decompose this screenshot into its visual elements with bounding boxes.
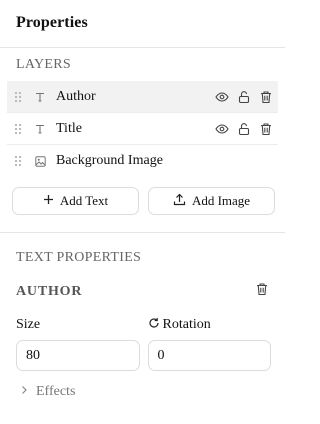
add-actions: Add Text Add Image (0, 177, 285, 215)
unlock-icon[interactable] (236, 121, 252, 137)
layer-row-title[interactable]: Title (7, 113, 278, 145)
unlock-icon[interactable] (236, 89, 252, 105)
add-text-label: Add Text (59, 193, 109, 208)
size-input[interactable] (16, 340, 140, 371)
section-divider (0, 232, 285, 233)
drag-handle-icon[interactable] (11, 155, 25, 167)
rotation-field: Rotation (147, 316, 272, 371)
rotate-icon (148, 317, 160, 334)
upload-icon (173, 193, 186, 210)
rotation-label: Rotation (148, 316, 272, 334)
text-properties-section-label: TEXT PROPERTIES (16, 250, 142, 265)
add-image-label: Add Image (191, 193, 251, 208)
layer-row-background-image[interactable]: Background Image (7, 145, 278, 177)
image-type-icon (33, 155, 47, 167)
layer-name: Title (56, 120, 82, 136)
rotation-label-text: Rotation (162, 317, 211, 332)
drag-handle-icon[interactable] (11, 123, 25, 135)
size-label-text: Size (16, 317, 41, 332)
trash-icon[interactable] (258, 89, 274, 105)
selected-layer-header: AUTHOR (0, 282, 285, 301)
layer-actions (214, 81, 274, 113)
eye-icon[interactable] (214, 121, 230, 137)
text-type-icon (33, 92, 47, 102)
selected-layer-name: AUTHOR (16, 283, 83, 299)
layer-name: Background Image (56, 153, 163, 168)
effects-toggle[interactable]: Effects (0, 384, 285, 400)
add-text-button[interactable]: Add Text (12, 187, 139, 215)
layer-row-author[interactable]: Author (7, 81, 278, 113)
panel-title: Properties (16, 14, 88, 31)
add-image-button[interactable]: Add Image (148, 187, 275, 215)
rotation-input[interactable] (147, 340, 271, 371)
layer-name: Author (56, 88, 96, 104)
size-label: Size (16, 316, 140, 334)
plus-icon (43, 193, 54, 209)
text-type-icon (33, 124, 47, 134)
chevron-right-icon (20, 384, 28, 400)
layer-list: Author Title Background Image (7, 81, 278, 177)
text-property-fields: Size Rotation (0, 316, 285, 371)
size-field: Size (16, 316, 140, 371)
effects-label: Effects (36, 384, 76, 399)
panel-header: Properties (0, 0, 285, 48)
trash-icon[interactable] (255, 282, 269, 301)
layer-actions (214, 113, 274, 145)
layers-section-label: LAYERS (16, 57, 71, 72)
trash-icon[interactable] (258, 121, 274, 137)
eye-icon[interactable] (214, 89, 230, 105)
drag-handle-icon[interactable] (11, 91, 25, 103)
